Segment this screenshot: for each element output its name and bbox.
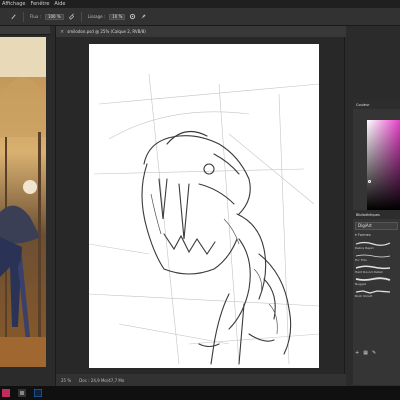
- color-picker-field[interactable]: [367, 120, 400, 210]
- close-icon[interactable]: ×: [60, 29, 64, 35]
- color-picker-marker[interactable]: [368, 180, 371, 183]
- reference-tab[interactable]: [0, 26, 50, 35]
- app-icon[interactable]: [2, 389, 10, 397]
- document-window: × smilodon.psd @ 25% (Calque 2, RVB/8) 2…: [55, 26, 346, 386]
- brush-name: Debra Rapid: [355, 245, 374, 250]
- smoothing-label: Lissage :: [87, 14, 106, 19]
- brush-name: Rock Smart: [355, 293, 373, 298]
- library-footer: + ▦ ✎: [355, 350, 376, 356]
- right-panels: Couleur Bibliothèques DigiArt ▾ Formes D…: [353, 100, 400, 385]
- menu-affichage[interactable]: Affichage: [2, 1, 26, 7]
- taskbar: [0, 386, 400, 400]
- list-item[interactable]: Hard Round Detail: [355, 264, 398, 274]
- library-dropdown[interactable]: DigiArt: [355, 222, 398, 230]
- grid-view-icon[interactable]: ▦: [363, 350, 368, 356]
- smoothing-field[interactable]: 10 %: [109, 13, 126, 20]
- brush-name: Nugget: [355, 281, 366, 286]
- options-bar: Flux : 100 % Lissage : 10 %: [0, 8, 400, 26]
- flow-field[interactable]: 100 %: [44, 13, 64, 20]
- separator: [80, 11, 82, 22]
- airbrush-icon[interactable]: [68, 13, 75, 20]
- menu-aide[interactable]: Aide: [54, 1, 65, 7]
- libraries-panel-tab[interactable]: Bibliothèques: [353, 210, 400, 219]
- list-item[interactable]: Rock Smart: [355, 288, 398, 298]
- brush-name: Fur Thin: [355, 257, 368, 262]
- edit-icon[interactable]: ✎: [372, 350, 376, 356]
- document-title: smilodon.psd @ 25% (Calque 2, RVB/8): [67, 29, 146, 34]
- color-panel-tab[interactable]: Couleur: [353, 100, 400, 109]
- flow-label: Flux :: [30, 14, 41, 19]
- libraries-panel: Bibliothèques DigiArt ▾ Formes Debra Rap…: [353, 210, 400, 385]
- pressure-icon[interactable]: [140, 13, 147, 20]
- list-item[interactable]: Fur Thin: [355, 252, 398, 262]
- brush-name: Hard Round Detail: [355, 269, 383, 274]
- add-icon[interactable]: +: [355, 350, 359, 356]
- brush-list: Debra Rapid Fur Thin Hard Round Detail N…: [353, 240, 400, 298]
- document-size: Doc : 24,9 Mo/47,7 Mo: [79, 377, 125, 383]
- sketch-artwork: [89, 73, 319, 365]
- list-item[interactable]: Nugget: [355, 276, 398, 286]
- library-group-label[interactable]: ▾ Formes: [353, 233, 400, 237]
- list-item[interactable]: Debra Rapid: [355, 240, 398, 250]
- gear-icon[interactable]: [129, 13, 136, 20]
- menu-bar: Affichage Fenêtre Aide: [0, 0, 400, 8]
- zoom-level[interactable]: 25 %: [61, 378, 71, 383]
- brush-tool-icon[interactable]: [10, 13, 17, 20]
- drawing-canvas[interactable]: [89, 44, 319, 368]
- document-tab[interactable]: × smilodon.psd @ 25% (Calque 2, RVB/8): [56, 26, 346, 37]
- app-icon[interactable]: [18, 389, 26, 397]
- separator: [23, 11, 24, 22]
- menu-fenetre[interactable]: Fenêtre: [31, 1, 50, 7]
- status-bar: 25 % Doc : 24,9 Mo/47,7 Mo: [56, 374, 346, 386]
- reference-photo: [0, 37, 46, 367]
- photoshop-icon[interactable]: [34, 389, 42, 397]
